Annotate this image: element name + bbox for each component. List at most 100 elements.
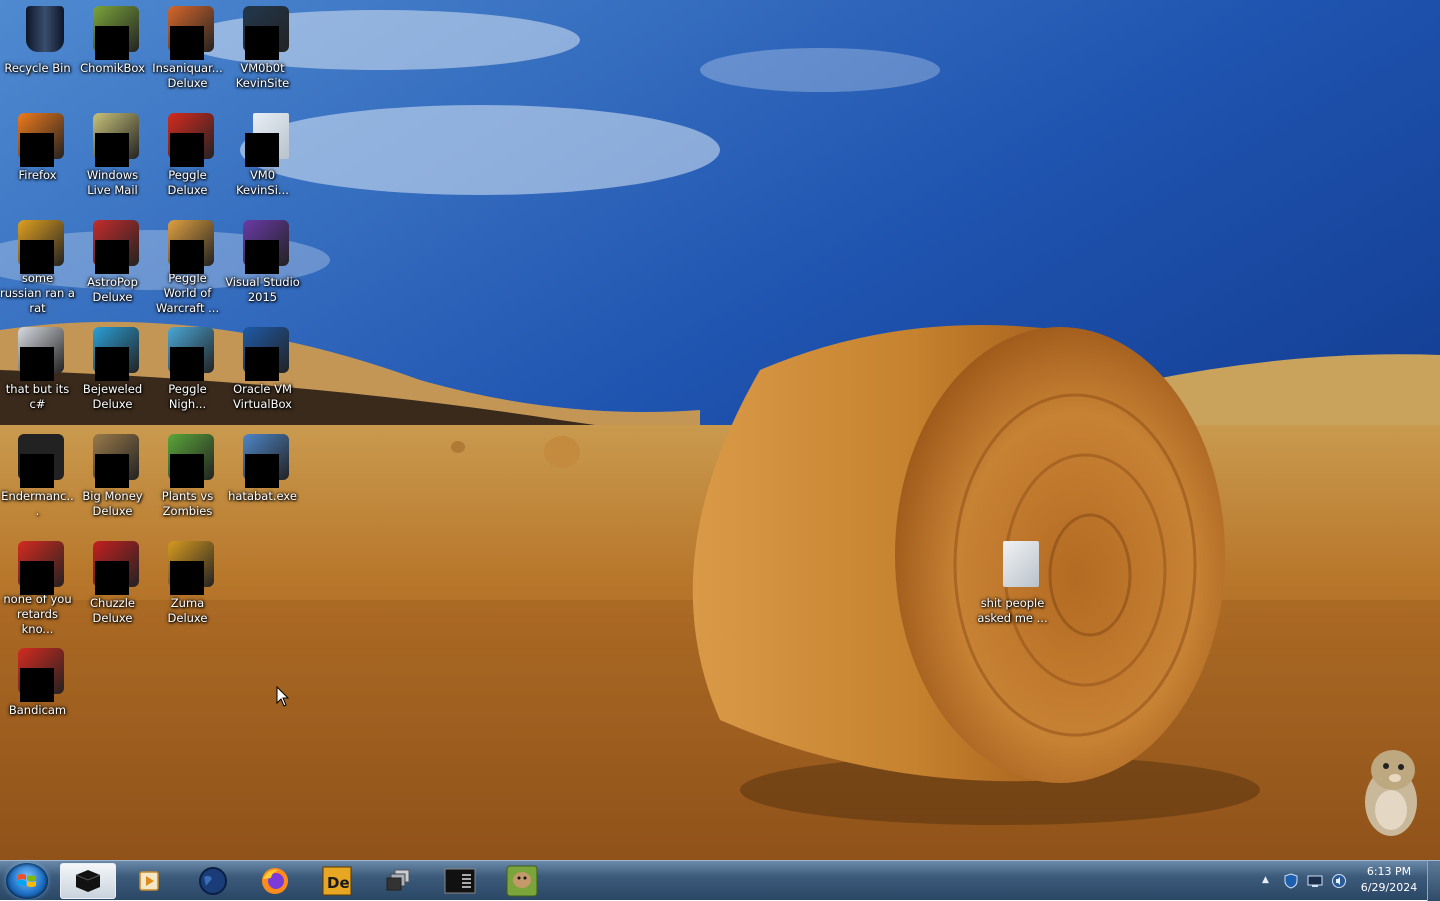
security-shield-icon[interactable] [1283,873,1299,889]
desktop-icon-label: Peggle Deluxe [167,168,208,197]
clock-date: 6/29/2024 [1360,881,1418,894]
desktop-icon[interactable]: hatabat.exe [225,430,300,530]
recycle-bin-icon [12,6,64,58]
taskbar-firefox[interactable] [247,863,303,899]
system-clock[interactable]: 6:13 PM 6/29/2024 [1352,864,1426,896]
windows-start-icon [18,874,36,887]
desktop-icon[interactable]: Oracle VM VirtualBox [225,323,300,423]
desktop-icon-label: that but its c# [5,382,70,411]
taskbar-globe[interactable] [185,863,241,899]
desktop-icon-label: ChomikBox [80,61,145,75]
desktop-icon-grid: Recycle Bin ChomikBox Insaniquar... Deluxe… [0,0,1440,860]
desktop-icon[interactable]: Peggle Nigh... [150,323,225,423]
astropop-icon [87,220,139,274]
desktop-icon-label: hatabat.exe [228,489,297,503]
insaniquarium-icon [162,6,214,60]
firefox-icon [12,113,64,167]
desktop-icon[interactable]: Plants vs Zombies [150,430,225,530]
svg-text:De: De [327,874,350,892]
desktop-icon[interactable]: Peggle World of Warcraft ... [150,216,225,316]
show-hidden-icons-button[interactable]: ▲ [1262,875,1272,885]
desktop-icon-label: Plants vs Zombies [161,489,214,518]
dreamweaver-icon [12,220,64,274]
taskbar-media-player[interactable] [122,863,178,899]
chuzzle-icon [87,541,139,595]
document-icon [987,541,1039,593]
desktop-icon[interactable]: AstroPop Deluxe [75,216,150,316]
desktop-icon[interactable]: Bandicam [0,644,75,744]
hamster-gadget[interactable] [1355,740,1425,840]
desktop-icon-label: Zuma Deluxe [167,596,208,625]
desktop-icon-label: shit people asked me ... [977,596,1048,625]
desktop-icon-label: AstroPop Deluxe [87,275,138,304]
desktop-icon[interactable]: Bejeweled Deluxe [75,323,150,423]
peggle-icon [162,113,214,167]
desktop-icon-label: some russian ran a rat [0,271,75,315]
desktop-icon[interactable]: Peggle Deluxe [150,109,225,209]
desktop-icon-label: Chuzzle Deluxe [90,596,135,625]
desktop-icon-label: Bandicam [8,703,67,717]
desktop-icon[interactable]: VM0b0t KevinSite [225,2,300,102]
firefox-icon [262,868,288,894]
desktop-icon-label: Insaniquar... Deluxe [152,61,223,90]
window-stack-icon [386,869,410,891]
desktop-icon-label: Peggle World of Warcraft ... [155,271,220,315]
peggle-nights-icon [162,327,214,381]
desktop-icon-label: Big Money Deluxe [82,489,143,518]
desktop-icon[interactable]: shit people asked me ... [975,537,1050,637]
desktop-icon[interactable]: that but its c# [0,323,75,423]
desktop-icon-label: Windows Live Mail [86,168,139,197]
taskbar-chomikbox[interactable] [494,863,550,899]
big-money-icon [87,434,139,488]
desktop-icon-label: none of you retards kno... [3,592,72,636]
document-icon [237,113,289,167]
taskbar-virtualbox-vm[interactable] [60,863,116,899]
hatabat-icon [237,434,289,488]
peggle-wow-icon [162,220,214,274]
show-desktop-button[interactable] [1427,861,1440,901]
desktop-icon[interactable]: VM0 KevinSi... [225,109,300,209]
vm-icon [237,6,289,60]
desktop-icon[interactable]: some russian ran a rat [0,216,75,316]
mail-icon [87,113,139,167]
clock-time: 6:13 PM [1366,865,1412,878]
bejeweled-icon [87,327,139,381]
console-icon [12,434,64,488]
chomikbox-icon [506,865,538,897]
globe-icon [199,867,227,895]
taskbar-dreamweaver[interactable]: De [309,863,365,899]
desktop-icon[interactable]: none of you retards kno... [0,537,75,637]
taskbar-console[interactable] [432,863,488,899]
chomikbox-icon [87,6,139,60]
visual-studio-icon [237,220,289,274]
volume-icon[interactable] [1331,873,1347,889]
desktop-icon-label: Oracle VM VirtualBox [233,382,292,411]
desktop-icon[interactable]: Zuma Deluxe [150,537,225,637]
dreamweaver-icon: De [322,866,352,896]
console-icon [444,868,476,894]
media-player-icon [139,871,159,891]
desktop-icon-label: Bejeweled Deluxe [82,382,143,411]
desktop-icon[interactable]: Windows Live Mail [75,109,150,209]
desktop-icon[interactable]: ChomikBox [75,2,150,102]
desktop-icon-label: Visual Studio 2015 [225,275,300,304]
desktop-icon-label: VM0b0t KevinSite [235,61,290,90]
window-stack-icon [12,327,64,381]
start-button[interactable] [6,863,48,899]
virtualbox-icon [237,327,289,381]
desktop-icon[interactable]: Visual Studio 2015 [225,216,300,316]
desktop-icon-label: Endermanc... [1,489,74,518]
taskbar: De ▲ 6:13 PM 6/29/2024 [0,860,1440,901]
taskbar-window-stack[interactable] [370,863,426,899]
desktop-icon[interactable]: Chuzzle Deluxe [75,537,150,637]
network-icon[interactable] [1307,873,1323,889]
desktop-icon-label: Firefox [18,168,57,182]
desktop-icon[interactable]: Endermanc... [0,430,75,530]
bandicam-icon [12,541,64,595]
mouse-cursor-icon [276,685,290,708]
desktop-icon[interactable]: Firefox [0,109,75,209]
desktop-icon[interactable]: Big Money Deluxe [75,430,150,530]
desktop-icon-label: VM0 KevinSi... [236,168,289,197]
desktop-icon[interactable]: Insaniquar... Deluxe [150,2,225,102]
desktop-icon[interactable]: Recycle Bin [0,2,75,102]
